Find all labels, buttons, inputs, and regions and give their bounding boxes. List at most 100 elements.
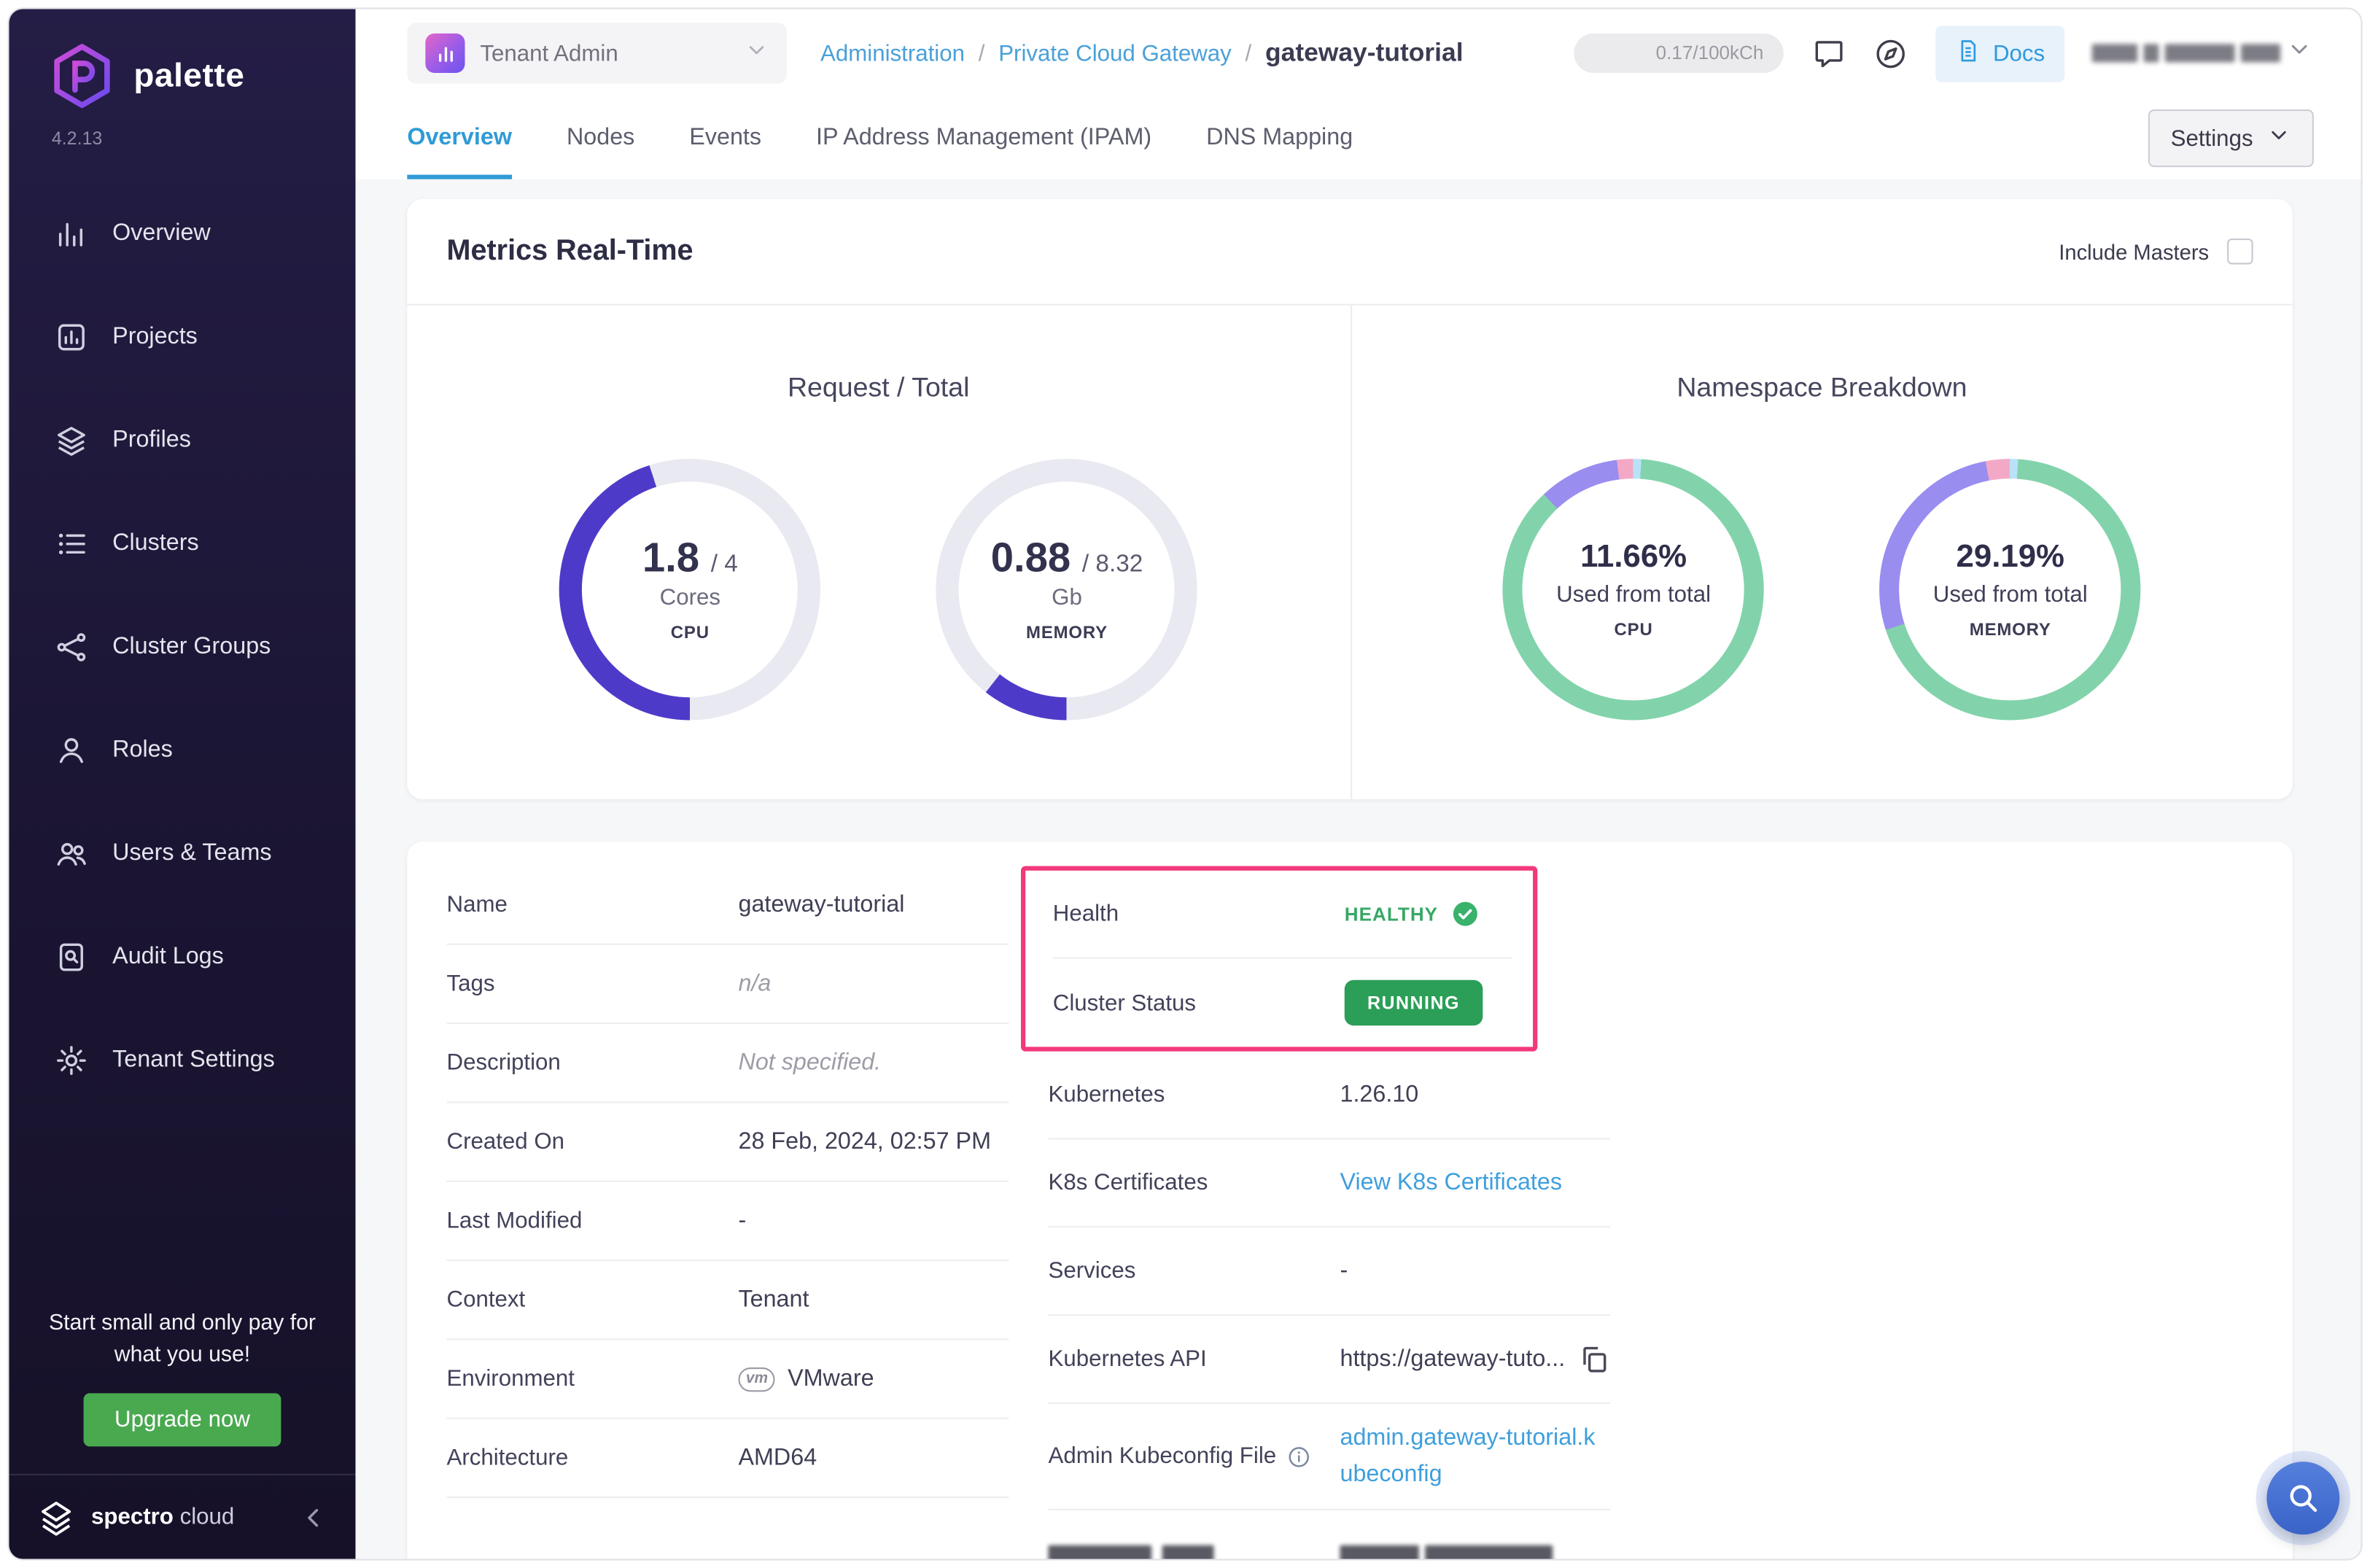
check-circle-icon	[1450, 899, 1480, 928]
request-total-section: Request / Total 1.8 / 4 Cores CPU 0.88 /…	[407, 306, 1350, 799]
tab-bar: Overview Nodes Events IP Address Managem…	[355, 97, 2361, 179]
collapse-sidebar-icon[interactable]	[298, 1502, 328, 1532]
metrics-card: Metrics Real-Time Include Masters Reques…	[407, 198, 2293, 799]
sidebar-item-projects[interactable]: Projects	[9, 295, 355, 380]
include-masters-label: Include Masters	[2059, 239, 2210, 264]
sidebar-item-label: Tenant Settings	[112, 1047, 275, 1073]
cluster-groups-icon	[55, 631, 88, 664]
page-content: Metrics Real-Time Include Masters Reques…	[355, 179, 2361, 1559]
detail-row-tags: Tags n/a	[446, 945, 1009, 1025]
usage-meter: 0.17/100kCh	[1573, 33, 1784, 73]
memory-request-gauge: 0.88 / 8.32 Gb MEMORY	[936, 459, 1198, 721]
tab-overview[interactable]: Overview	[407, 97, 512, 179]
tab-dns-mapping[interactable]: DNS Mapping	[1206, 97, 1353, 179]
sidebar-item-overview[interactable]: Overview	[9, 191, 355, 276]
detail-row-cluster-status: Cluster Status RUNNING	[1053, 959, 1512, 1047]
redacted-user-text	[2240, 44, 2281, 63]
clusters-icon	[55, 527, 88, 561]
tab-events[interactable]: Events	[689, 97, 761, 179]
detail-row-services: Services -	[1048, 1227, 1611, 1316]
brand: palette	[9, 9, 355, 112]
charts-area: Request / Total 1.8 / 4 Cores CPU 0.88 /…	[407, 305, 2293, 799]
breadcrumb-current: gateway-tutorial	[1264, 38, 1464, 67]
metrics-card-header: Metrics Real-Time Include Masters	[407, 199, 2293, 306]
detail-row-health: Health HEALTHY	[1052, 871, 1512, 959]
roles-icon	[55, 734, 88, 767]
sidebar-item-label: Clusters	[112, 530, 199, 556]
sidebar-item-label: Overview	[112, 220, 211, 247]
redacted-text	[1162, 1544, 1214, 1559]
detail-row-last-modified: Last Modified -	[446, 1182, 1009, 1262]
sidebar-menu: Overview Projects Profiles Clusters Clus…	[9, 191, 355, 1103]
main-area: Tenant Admin Administration / Private Cl…	[355, 9, 2361, 1559]
compass-icon[interactable]	[1873, 36, 1908, 71]
docs-button[interactable]: Docs	[1935, 25, 2065, 82]
app-window: palette 4.2.13 Overview Projects Profile…	[7, 7, 2363, 1561]
docs-icon	[1955, 37, 1981, 69]
tenant-admin-icon	[425, 33, 465, 73]
top-right-actions: 0.17/100kCh Docs	[1573, 25, 2315, 82]
chevron-down-icon	[2286, 36, 2312, 70]
zoom-fab-button[interactable]	[2266, 1462, 2340, 1535]
request-total-title: Request / Total	[787, 372, 970, 403]
redacted-text	[1340, 1544, 1419, 1559]
kubernetes-api-url: https://gateway-tuto...	[1340, 1345, 1565, 1372]
copy-icon[interactable]	[1577, 1343, 1610, 1376]
breadcrumb-separator: /	[1245, 40, 1252, 66]
breadcrumb-separator: /	[978, 40, 985, 66]
sidebar-item-cluster-groups[interactable]: Cluster Groups	[9, 605, 355, 690]
namespace-breakdown-section: Namespace Breakdown 11.66% Used from tot…	[1350, 305, 2293, 799]
sidebar-item-label: Users & Teams	[112, 840, 272, 866]
include-masters-checkbox[interactable]	[2227, 238, 2253, 265]
settings-button[interactable]: Settings	[2148, 109, 2314, 168]
breadcrumb-private-cloud-gateway[interactable]: Private Cloud Gateway	[998, 40, 1232, 66]
projects-icon	[55, 321, 88, 354]
info-icon[interactable]	[1287, 1444, 1311, 1468]
details-right-column: Health HEALTHY Cluster Status RUNNING Ku…	[1020, 866, 1611, 1559]
admin-kubeconfig-link[interactable]: admin.gateway-tutorial.kubeconfig	[1340, 1421, 1606, 1491]
tenant-settings-icon	[55, 1044, 88, 1077]
breadcrumb-administration[interactable]: Administration	[820, 40, 965, 66]
redacted-text	[1048, 1544, 1152, 1559]
sidebar-item-tenant-settings[interactable]: Tenant Settings	[9, 1018, 355, 1103]
namespace-cpu-donut: 11.66% Used from total CPU	[1502, 459, 1765, 721]
sidebar-item-label: Projects	[112, 323, 198, 350]
detail-row-kubernetes: Kubernetes 1.26.10	[1048, 1052, 1611, 1140]
detail-row-description: Description Not specified.	[446, 1024, 1009, 1103]
metrics-title: Metrics Real-Time	[446, 234, 693, 267]
details-left-column: Name gateway-tutorial Tags n/a Descripti…	[446, 866, 1009, 1559]
sidebar-item-label: Audit Logs	[112, 943, 224, 970]
user-menu[interactable]	[2091, 36, 2315, 70]
tabs: Overview Nodes Events IP Address Managem…	[407, 97, 1353, 179]
redacted-user-text	[2091, 44, 2138, 63]
brand-name: palette	[133, 56, 245, 95]
top-bar: Tenant Admin Administration / Private Cl…	[355, 9, 2361, 98]
sidebar: palette 4.2.13 Overview Projects Profile…	[9, 9, 356, 1559]
detail-row-k8s-certificates: K8s Certificates View K8s Certificates	[1048, 1139, 1611, 1228]
detail-row-architecture: Architecture AMD64	[446, 1419, 1009, 1499]
palette-logo-icon	[49, 42, 116, 109]
sidebar-item-label: Roles	[112, 737, 173, 763]
tab-nodes[interactable]: Nodes	[567, 97, 634, 179]
view-k8s-certificates-link[interactable]: View K8s Certificates	[1340, 1169, 1562, 1197]
spectro-cloud-logo-icon	[36, 1497, 76, 1537]
sidebar-item-users-teams[interactable]: Users & Teams	[9, 811, 355, 896]
project-scope-selector[interactable]: Tenant Admin	[407, 23, 788, 84]
audit-logs-icon	[55, 941, 88, 974]
sidebar-item-roles[interactable]: Roles	[9, 708, 355, 793]
redacted-text	[1425, 1544, 1553, 1559]
chat-icon[interactable]	[1811, 36, 1846, 71]
detail-row-name: Name gateway-tutorial	[446, 866, 1009, 945]
detail-row-context: Context Tenant	[446, 1261, 1009, 1340]
overview-icon	[55, 217, 88, 251]
redacted-user-text	[2164, 44, 2235, 63]
chevron-down-icon	[745, 37, 769, 69]
upgrade-button[interactable]: Upgrade now	[84, 1393, 281, 1447]
footer-brand: spectro cloud	[90, 1504, 235, 1530]
sidebar-item-profiles[interactable]: Profiles	[9, 398, 355, 484]
tab-ipam[interactable]: IP Address Management (IPAM)	[816, 97, 1151, 179]
sidebar-item-clusters[interactable]: Clusters	[9, 501, 355, 586]
sidebar-item-audit-logs[interactable]: Audit Logs	[9, 915, 355, 1000]
promo-text: Start small and only pay for what you us…	[48, 1311, 316, 1367]
cpu-request-gauge: 1.8 / 4 Cores CPU	[559, 459, 821, 721]
